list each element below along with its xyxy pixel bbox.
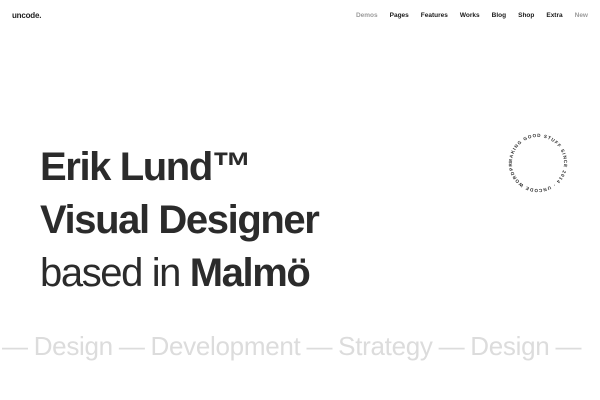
marquee-separator: — <box>306 331 333 361</box>
marquee-item: Strategy <box>338 331 433 361</box>
nav-item-shop[interactable]: Shop <box>518 11 534 21</box>
hero-role: Visual Designer <box>40 198 320 242</box>
nav-item-features[interactable]: Features <box>421 11 448 21</box>
marquee-item: Design <box>470 331 550 361</box>
hero-name: Erik Lund™ <box>40 145 252 189</box>
marquee-separator: — <box>2 331 28 361</box>
nav-item-blog[interactable]: Blog <box>492 11 506 21</box>
hero-location-line: based in Malmö <box>40 247 318 300</box>
page: uncode. Demos Pages Features Works Blog … <box>0 0 600 400</box>
marquee-separator: — <box>118 331 145 361</box>
services-marquee: — Design — Development — Strategy — Design — <box>0 329 587 363</box>
nav-item-pages[interactable]: Pages <box>390 11 409 21</box>
nav-item-demos[interactable]: Demos <box>356 11 378 21</box>
marquee-separator: — <box>555 331 582 361</box>
nav-item-works[interactable]: Works <box>460 11 480 21</box>
nav-item-extra[interactable]: Extra <box>546 11 562 21</box>
badge-text: MAKING GOOD STUFF SINCE 2014 · UNCODE WO… <box>505 130 567 193</box>
main-nav: Demos Pages Features Works Blog Shop Ext… <box>344 11 588 21</box>
circular-text-badge: MAKING GOOD STUFF SINCE 2014 · UNCODE WO… <box>505 130 571 196</box>
circular-text-svg: MAKING GOOD STUFF SINCE 2014 · UNCODE WO… <box>505 130 568 193</box>
marquee-item: Design <box>33 331 113 361</box>
svg-text:MAKING GOOD STUFF SINCE 2014 ·: MAKING GOOD STUFF SINCE 2014 · UNCODE WO… <box>505 130 568 193</box>
marquee-separator: — <box>438 331 465 361</box>
hero-heading: Erik Lund™ Visual Designer based in Malm… <box>40 141 320 300</box>
hero-location-prefix: based in <box>40 251 181 295</box>
hero-location: Malmö <box>189 251 311 295</box>
nav-item-new[interactable]: New <box>575 11 588 21</box>
marquee-item: Development <box>150 331 301 361</box>
site-logo[interactable]: uncode. <box>12 11 41 20</box>
